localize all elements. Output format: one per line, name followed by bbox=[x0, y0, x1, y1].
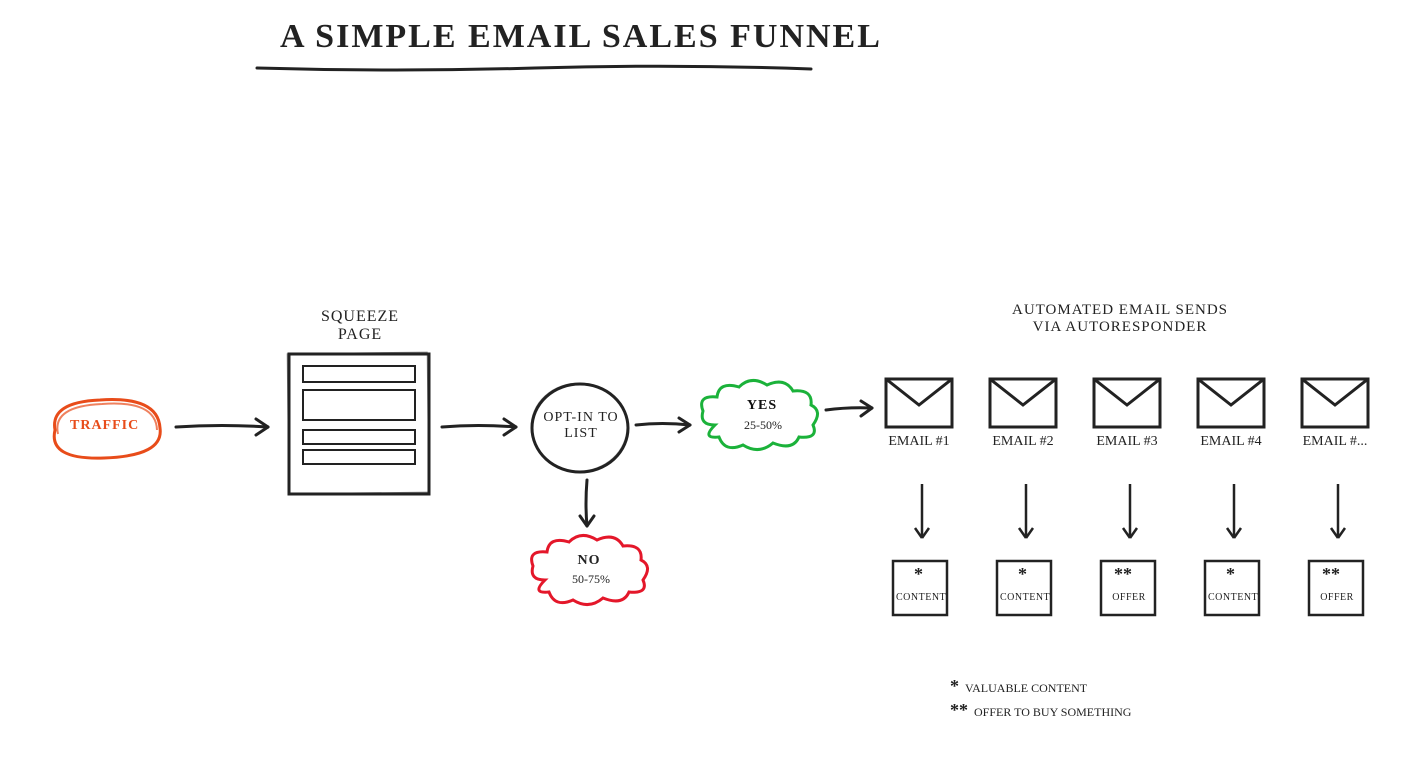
yes-label: YES bbox=[732, 398, 792, 414]
legend-two-label: OFFER TO BUY SOMETHING bbox=[974, 705, 1131, 719]
envelope-icon bbox=[882, 375, 956, 431]
envelope-icon bbox=[1090, 375, 1164, 431]
arrow-traffic-to-squeeze bbox=[172, 412, 282, 442]
star-icon: * bbox=[914, 564, 923, 585]
email-label: EMAIL #3 bbox=[1092, 434, 1162, 450]
result-box-label: CONTENT bbox=[1000, 592, 1050, 603]
legend-one-label: VALUABLE CONTENT bbox=[965, 681, 1087, 695]
email-label: EMAIL #2 bbox=[988, 434, 1058, 450]
result-box-label: CONTENT bbox=[1208, 592, 1258, 603]
title-underline bbox=[255, 62, 815, 76]
star-icon: ** bbox=[1322, 564, 1340, 585]
squeeze-page-graphic bbox=[285, 350, 435, 500]
arrow-squeeze-to-optin bbox=[438, 412, 528, 442]
star-icon: ** bbox=[1114, 564, 1132, 585]
yes-percentage: 25-50% bbox=[727, 418, 799, 433]
result-box-label: OFFER bbox=[1312, 592, 1362, 603]
arrow-yes-to-emails bbox=[822, 395, 882, 425]
squeeze-page-label: SQUEEZE PAGE bbox=[310, 308, 410, 345]
yes-cloud bbox=[695, 375, 825, 455]
no-cloud bbox=[525, 530, 655, 610]
traffic-label: TRAFFIC bbox=[70, 418, 139, 434]
envelope-icon bbox=[1194, 375, 1268, 431]
arrow-down-icon bbox=[1014, 480, 1038, 550]
arrow-down-icon bbox=[1118, 480, 1142, 550]
legend-star-one: * bbox=[950, 676, 959, 696]
arrow-down-icon bbox=[910, 480, 934, 550]
arrow-optin-to-no bbox=[572, 476, 602, 536]
arrow-down-icon bbox=[1222, 480, 1246, 550]
autoresponder-label: AUTOMATED EMAIL SENDS VIA AUTORESPONDER bbox=[1010, 302, 1230, 337]
arrow-optin-to-yes bbox=[632, 410, 702, 440]
star-icon: * bbox=[1018, 564, 1027, 585]
email-label: EMAIL #4 bbox=[1196, 434, 1266, 450]
no-percentage: 50-75% bbox=[558, 572, 624, 587]
optin-label: OPT-IN TO LIST bbox=[543, 410, 619, 442]
no-label: NO bbox=[564, 553, 614, 569]
result-box-label: OFFER bbox=[1104, 592, 1154, 603]
result-box-label: CONTENT bbox=[896, 592, 946, 603]
legend-star-two: ** bbox=[950, 700, 968, 720]
envelope-icon bbox=[1298, 375, 1372, 431]
arrow-down-icon bbox=[1326, 480, 1350, 550]
email-label: EMAIL #... bbox=[1300, 434, 1370, 450]
diagram-title: A SIMPLE EMAIL SALES FUNNEL bbox=[280, 18, 882, 56]
star-icon: * bbox=[1226, 564, 1235, 585]
email-label: EMAIL #1 bbox=[884, 434, 954, 450]
envelope-icon bbox=[986, 375, 1060, 431]
